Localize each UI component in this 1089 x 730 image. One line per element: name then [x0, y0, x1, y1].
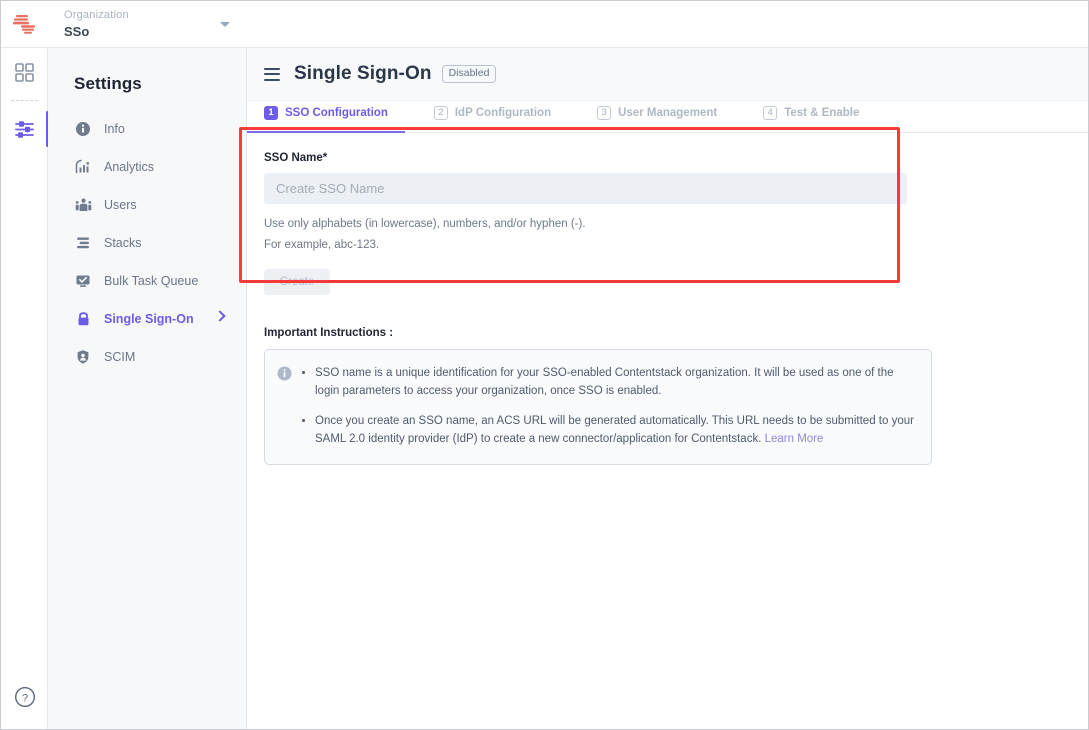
sidebar-item-single-sign-on[interactable]: Single Sign-On [48, 300, 246, 338]
page-title: Single Sign-On [294, 63, 432, 85]
icon-rail: ? [1, 48, 48, 730]
users-group-icon [74, 196, 92, 214]
tab-content: SSO Name* Use only alphabets (in lowerca… [247, 133, 1088, 295]
organization-label: Organization [64, 8, 224, 22]
sidebar-item-label: Bulk Task Queue [104, 273, 198, 289]
svg-text:?: ? [21, 692, 27, 704]
tab-label: SSO Configuration [285, 107, 388, 119]
sidebar-item-label: Analytics [104, 159, 154, 175]
chevron-down-icon [220, 22, 230, 27]
sidebar-item-label: Info [104, 121, 125, 137]
settings-sidebar: Settings Info [48, 48, 247, 730]
tab-user-management[interactable]: 3 User Management [597, 100, 717, 132]
lock-icon [74, 310, 92, 328]
tab-test-and-enable[interactable]: 4 Test & Enable [763, 100, 859, 132]
tab-label: IdP Configuration [455, 107, 551, 119]
sso-name-form: SSO Name* Use only alphabets (in lowerca… [264, 152, 907, 295]
tab-idp-configuration[interactable]: 2 IdP Configuration [434, 100, 551, 132]
tab-number: 1 [264, 106, 278, 120]
tab-sso-configuration[interactable]: 1 SSO Configuration [264, 100, 388, 132]
learn-more-link[interactable]: Learn More [765, 433, 824, 445]
tab-number: 4 [763, 106, 777, 120]
instructions-box: SSO name is a unique identification for … [264, 349, 932, 465]
rail-divider [11, 100, 38, 101]
rail-item-settings[interactable] [1, 105, 48, 153]
sidebar-item-scim[interactable]: SCIM [48, 338, 246, 376]
instruction-bullet-text: Once you create an SSO name, an ACS URL … [315, 415, 914, 445]
help-button[interactable]: ? [1, 686, 48, 708]
tab-label: User Management [618, 107, 717, 119]
page-header: Single Sign-On Disabled [247, 48, 1088, 101]
sso-name-label: SSO Name* [264, 152, 907, 164]
contentstack-logo-icon [12, 13, 38, 35]
info-filled-icon [277, 364, 301, 448]
create-button[interactable]: Create [264, 269, 330, 295]
sidebar-item-analytics[interactable]: Analytics [48, 148, 246, 186]
sidebar-item-info[interactable]: Info [48, 110, 246, 148]
instruction-bullet: SSO name is a unique identification for … [315, 364, 917, 400]
stacks-layers-icon [74, 234, 92, 252]
sidebar-item-label: Stacks [104, 235, 142, 251]
sidebar-item-bulk-task-queue[interactable]: Bulk Task Queue [48, 262, 246, 300]
grid-apps-icon [15, 63, 34, 82]
info-circle-icon [74, 120, 92, 138]
main-panel: Single Sign-On Disabled 1 SSO Configurat… [247, 48, 1088, 730]
organization-name: SSo [64, 24, 224, 40]
status-badge: Disabled [442, 65, 497, 83]
sliders-settings-icon [14, 119, 35, 140]
logo-button[interactable] [1, 1, 48, 47]
sidebar-item-label: SCIM [104, 349, 135, 365]
rail-item-apps[interactable] [1, 48, 48, 96]
top-bar: Organization SSo [1, 1, 1088, 48]
app-window: Organization SSo [0, 0, 1089, 730]
sidebar-item-label: Single Sign-On [104, 311, 194, 327]
sidebar-item-users[interactable]: Users [48, 186, 246, 224]
bulk-task-queue-icon [74, 272, 92, 290]
sso-name-hint-line2: For example, abc-123. [264, 237, 907, 254]
instruction-bullet: Once you create an SSO name, an ACS URL … [315, 412, 917, 448]
sidebar-title: Settings [48, 48, 246, 94]
sidebar-nav-list: Info Analytics [48, 110, 246, 376]
instructions-bullet-list: SSO name is a unique identification for … [301, 364, 917, 448]
question-circle-icon: ? [14, 686, 36, 708]
important-instructions-section: Important Instructions : SSO name is a u… [247, 295, 1088, 465]
organization-switcher[interactable]: Organization SSo [64, 1, 224, 47]
analytics-chart-icon [74, 158, 92, 176]
instructions-title: Important Instructions : [264, 327, 1088, 339]
chevron-right-icon [214, 310, 225, 321]
sidebar-item-stacks[interactable]: Stacks [48, 224, 246, 262]
scim-shield-icon [74, 348, 92, 366]
tab-number: 2 [434, 106, 448, 120]
sidebar-item-label: Users [104, 197, 137, 213]
tab-label: Test & Enable [784, 107, 859, 119]
tab-bar: 1 SSO Configuration 2 IdP Configuration … [247, 101, 1088, 133]
tab-number: 3 [597, 106, 611, 120]
sso-name-input[interactable] [264, 173, 907, 204]
hamburger-menu-icon[interactable] [264, 68, 280, 81]
sso-name-hint-line1: Use only alphabets (in lowercase), numbe… [264, 216, 907, 233]
